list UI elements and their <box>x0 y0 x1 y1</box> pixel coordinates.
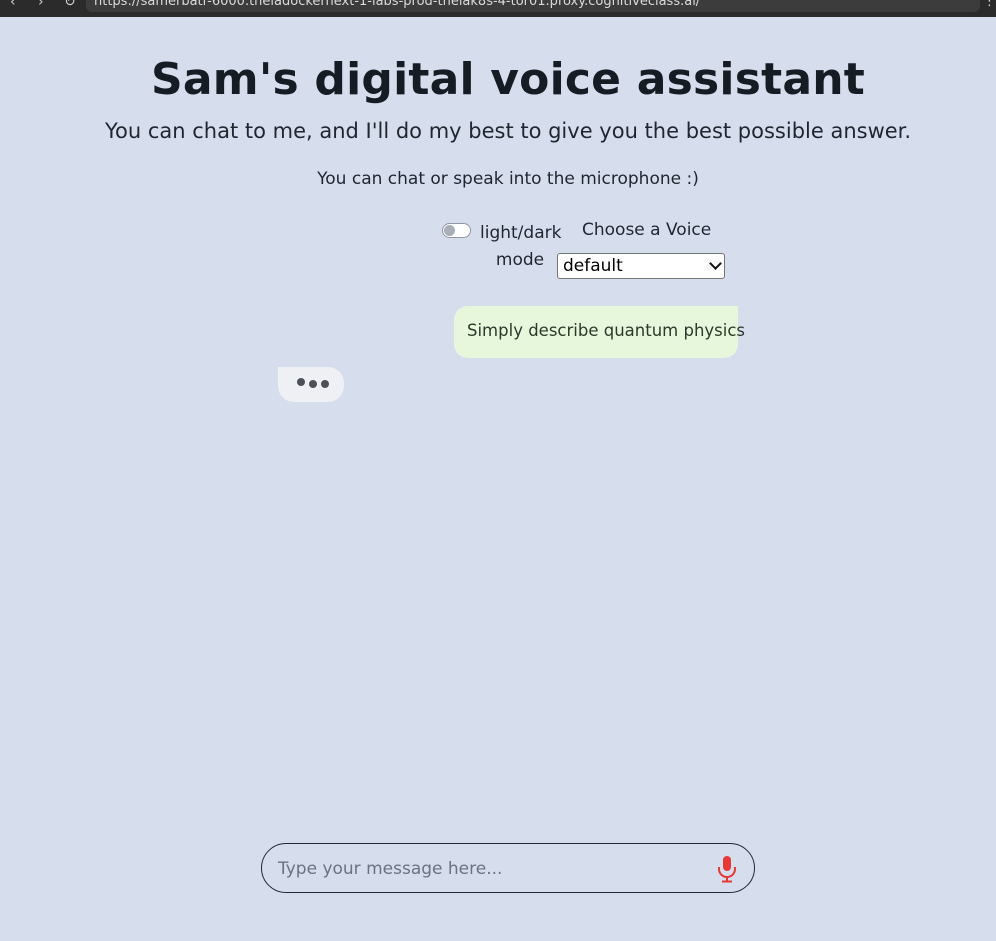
browser-toolbar: ‹ › ↻ https://samerbatr-6000.theiadocker… <box>0 0 996 17</box>
voice-select-value: default <box>563 256 623 276</box>
voice-select-label: Choose a Voice <box>582 220 712 240</box>
theme-toggle-switch[interactable] <box>442 223 471 238</box>
message-input[interactable] <box>276 855 700 883</box>
microphone-icon[interactable] <box>716 855 738 883</box>
reload-icon[interactable]: ↻ <box>64 0 76 10</box>
page-subtitle: You can chat to me, and I'll do my best … <box>104 119 912 143</box>
forward-icon[interactable]: › <box>38 0 44 10</box>
address-bar[interactable]: https://samerbatr-6000.theiadockernext-1… <box>86 0 980 12</box>
toggle-knob <box>444 225 455 236</box>
page-title: Sam's digital voice assistant <box>151 54 865 105</box>
message-composer <box>261 843 755 893</box>
typing-dot <box>297 378 305 386</box>
voice-select[interactable]: default <box>557 253 725 279</box>
typing-dot <box>321 380 329 388</box>
address-bar-url: https://samerbatr-6000.theiadockernext-1… <box>94 0 701 9</box>
back-icon[interactable]: ‹ <box>10 0 16 10</box>
theme-toggle-label: light/dark mode <box>480 223 562 270</box>
browser-menu-icon[interactable]: ⋮ <box>983 0 996 9</box>
usage-hint: You can chat or speak into the microphon… <box>317 169 699 189</box>
typing-dot <box>309 380 317 388</box>
user-message-bubble: Simply describe quantum physics <box>454 306 745 358</box>
chevron-down-icon <box>709 257 722 270</box>
bot-typing-indicator <box>278 367 344 402</box>
